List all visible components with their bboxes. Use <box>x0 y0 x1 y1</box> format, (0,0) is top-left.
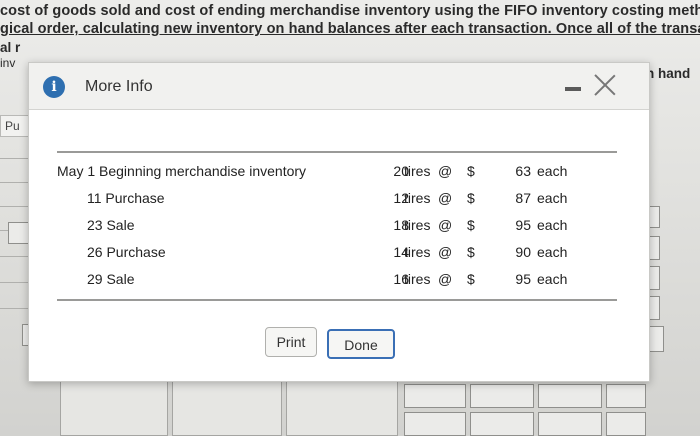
at-symbol: @ <box>438 163 453 179</box>
each-label: each <box>537 190 568 206</box>
worksheet-cell[interactable] <box>538 412 602 436</box>
each-label: each <box>537 163 568 179</box>
at-symbol: @ <box>438 217 453 233</box>
more-info-dialog: i More Info May 1 Beginning merchandise … <box>28 62 650 382</box>
transaction-label: May 1 Beginning merchandise inventory <box>57 163 307 179</box>
instruction-text-line-2: gical order, calculating new inventory o… <box>0 21 700 37</box>
transaction-label: 29 Sale <box>87 271 135 287</box>
worksheet-cell[interactable] <box>404 412 466 436</box>
worksheet-cell[interactable] <box>404 384 466 408</box>
unit: tires <box>404 163 431 179</box>
instruction-fragment: n hand <box>646 66 691 81</box>
info-icon: i <box>43 76 65 98</box>
table-row: 23 Sale 18 tires @ $ 95 each <box>57 213 617 239</box>
unit: tires <box>404 217 431 233</box>
close-icon[interactable] <box>593 73 617 97</box>
table-row: May 1 Beginning merchandise inventory 20… <box>57 159 617 185</box>
unit-price: 95 <box>515 271 531 287</box>
worksheet-cell[interactable] <box>470 384 534 408</box>
each-label: each <box>537 271 568 287</box>
print-button[interactable]: Print <box>265 327 317 357</box>
transaction-label: 11 Purchase <box>87 190 165 206</box>
minimize-icon[interactable] <box>565 87 581 91</box>
instruction-text-line-1: cost of goods sold and cost of ending me… <box>0 3 700 19</box>
at-symbol: @ <box>438 271 453 287</box>
instruction-fragment: inv <box>0 56 16 70</box>
worksheet-cell[interactable] <box>538 384 602 408</box>
unit: tires <box>404 271 431 287</box>
dialog-title: More Info <box>85 78 153 95</box>
inventory-transactions-table: May 1 Beginning merchandise inventory 20… <box>57 151 617 301</box>
dialog-header: i More Info <box>29 63 649 110</box>
worksheet-cell[interactable] <box>172 376 282 436</box>
each-label: each <box>537 217 568 233</box>
currency-symbol: $ <box>467 244 475 260</box>
at-symbol: @ <box>438 190 453 206</box>
currency-symbol: $ <box>467 271 475 287</box>
unit-price: 95 <box>515 217 531 233</box>
unit: tires <box>404 190 431 206</box>
transaction-label: 23 Sale <box>87 217 135 233</box>
currency-symbol: $ <box>467 163 475 179</box>
unit-price: 63 <box>515 163 531 179</box>
instruction-fragment: al r <box>0 40 21 55</box>
worksheet-cell[interactable] <box>470 412 534 436</box>
worksheet-cell[interactable] <box>606 412 646 436</box>
unit-price: 87 <box>515 190 531 206</box>
table-row: 29 Sale 16 tires @ $ 95 each <box>57 267 617 293</box>
each-label: each <box>537 244 568 260</box>
done-button[interactable]: Done <box>327 329 395 359</box>
currency-symbol: $ <box>467 190 475 206</box>
at-symbol: @ <box>438 244 453 260</box>
table-row: 11 Purchase 12 tires @ $ 87 each <box>57 186 617 212</box>
worksheet-cell[interactable] <box>286 376 398 436</box>
currency-symbol: $ <box>467 217 475 233</box>
transaction-label: 26 Purchase <box>87 244 166 260</box>
table-row: 26 Purchase 14 tires @ $ 90 each <box>57 240 617 266</box>
unit-price: 90 <box>515 244 531 260</box>
worksheet-cell[interactable] <box>606 384 646 408</box>
worksheet-cell[interactable] <box>60 376 168 436</box>
unit: tires <box>404 244 431 260</box>
